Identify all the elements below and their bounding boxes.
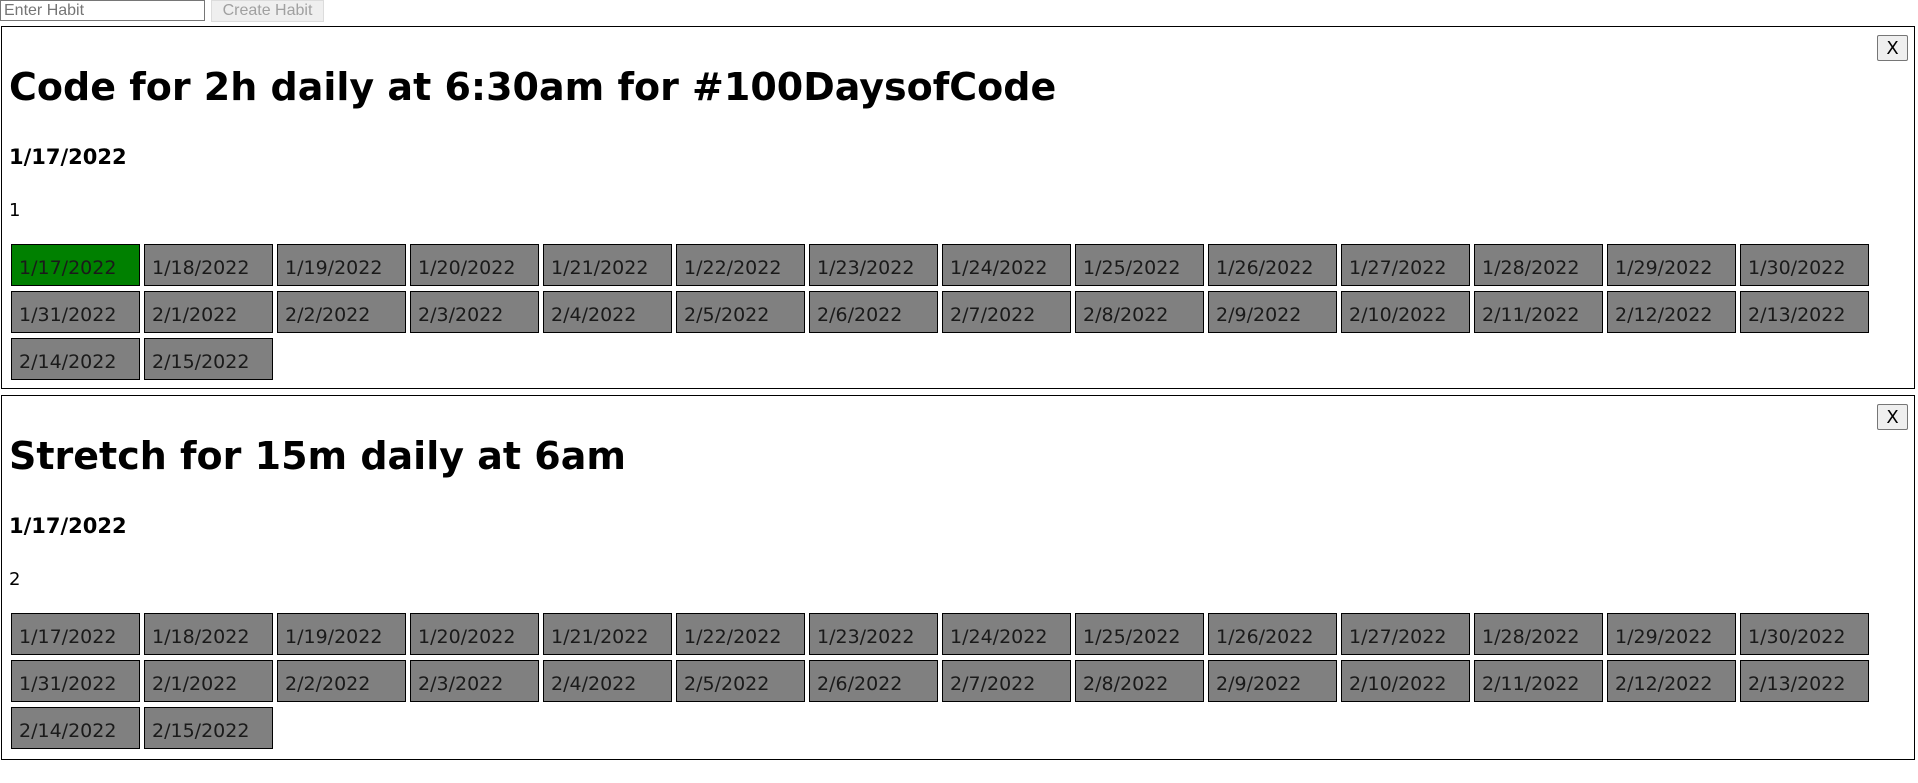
habit-card: X Stretch for 15m daily at 6am 1/17/2022… xyxy=(1,395,1915,760)
day-button[interactable]: 2/2/2022 xyxy=(277,660,406,702)
day-button[interactable]: 2/1/2022 xyxy=(144,660,273,702)
habit-count: 2 xyxy=(9,569,21,590)
day-button[interactable]: 1/24/2022 xyxy=(942,613,1071,655)
day-button[interactable]: 1/21/2022 xyxy=(543,613,672,655)
day-button[interactable]: 2/3/2022 xyxy=(410,660,539,702)
day-button[interactable]: 2/13/2022 xyxy=(1740,660,1869,702)
habit-start-date: 1/17/2022 xyxy=(9,514,127,538)
delete-habit-button[interactable]: X xyxy=(1877,35,1908,61)
day-button[interactable]: 1/27/2022 xyxy=(1341,244,1470,286)
day-button[interactable]: 1/30/2022 xyxy=(1740,244,1869,286)
day-button[interactable]: 2/7/2022 xyxy=(942,291,1071,333)
habit-start-date: 1/17/2022 xyxy=(9,145,127,169)
habit-input[interactable] xyxy=(0,0,205,21)
day-button[interactable]: 2/12/2022 xyxy=(1607,291,1736,333)
day-button[interactable]: 2/14/2022 xyxy=(11,707,140,749)
day-button[interactable]: 2/9/2022 xyxy=(1208,660,1337,702)
day-button[interactable]: 2/5/2022 xyxy=(676,660,805,702)
day-grid: 1/17/2022 1/18/2022 1/19/2022 1/20/2022 1/21… xyxy=(11,613,1891,749)
day-button[interactable]: 1/18/2022 xyxy=(144,244,273,286)
day-button[interactable]: 1/25/2022 xyxy=(1075,613,1204,655)
day-button[interactable]: 2/15/2022 xyxy=(144,707,273,749)
day-button[interactable]: 1/29/2022 xyxy=(1607,244,1736,286)
day-button[interactable]: 1/30/2022 xyxy=(1740,613,1869,655)
day-button[interactable]: 1/22/2022 xyxy=(676,244,805,286)
day-button[interactable]: 1/25/2022 xyxy=(1075,244,1204,286)
day-button[interactable]: 2/8/2022 xyxy=(1075,660,1204,702)
habit-title: Stretch for 15m daily at 6am xyxy=(9,434,626,478)
day-button[interactable]: 2/14/2022 xyxy=(11,338,140,380)
day-button[interactable]: 2/12/2022 xyxy=(1607,660,1736,702)
day-button[interactable]: 2/8/2022 xyxy=(1075,291,1204,333)
habit-card: X Code for 2h daily at 6:30am for #100Da… xyxy=(1,26,1915,389)
day-button[interactable]: 2/4/2022 xyxy=(543,660,672,702)
day-button[interactable]: 2/3/2022 xyxy=(410,291,539,333)
day-button[interactable]: 2/13/2022 xyxy=(1740,291,1869,333)
day-button[interactable]: 2/2/2022 xyxy=(277,291,406,333)
day-button[interactable]: 2/7/2022 xyxy=(942,660,1071,702)
day-button[interactable]: 2/4/2022 xyxy=(543,291,672,333)
day-button[interactable]: 1/31/2022 xyxy=(11,291,140,333)
day-button[interactable]: 2/15/2022 xyxy=(144,338,273,380)
create-habit-button[interactable]: Create Habit xyxy=(211,0,324,22)
day-button[interactable]: 1/20/2022 xyxy=(410,613,539,655)
day-button[interactable]: 1/28/2022 xyxy=(1474,244,1603,286)
day-grid: 1/17/2022 1/18/2022 1/19/2022 1/20/2022 1/21… xyxy=(11,244,1891,380)
day-button[interactable]: 1/23/2022 xyxy=(809,244,938,286)
day-button[interactable]: 2/1/2022 xyxy=(144,291,273,333)
day-button[interactable]: 2/6/2022 xyxy=(809,291,938,333)
day-button[interactable]: 1/23/2022 xyxy=(809,613,938,655)
day-button[interactable]: 2/5/2022 xyxy=(676,291,805,333)
day-button[interactable]: 1/21/2022 xyxy=(543,244,672,286)
day-button[interactable]: 1/26/2022 xyxy=(1208,613,1337,655)
day-button[interactable]: 2/11/2022 xyxy=(1474,291,1603,333)
day-button[interactable]: 1/17/2022 xyxy=(11,613,140,655)
habit-title: Code for 2h daily at 6:30am for #100Days… xyxy=(9,65,1057,109)
day-button[interactable]: 1/19/2022 xyxy=(277,244,406,286)
delete-habit-button[interactable]: X xyxy=(1877,404,1908,430)
day-button[interactable]: 1/31/2022 xyxy=(11,660,140,702)
day-button[interactable]: 1/26/2022 xyxy=(1208,244,1337,286)
day-button[interactable]: 2/10/2022 xyxy=(1341,291,1470,333)
day-button[interactable]: 2/10/2022 xyxy=(1341,660,1470,702)
day-button[interactable]: 1/27/2022 xyxy=(1341,613,1470,655)
day-button[interactable]: 1/29/2022 xyxy=(1607,613,1736,655)
day-button[interactable]: 1/22/2022 xyxy=(676,613,805,655)
day-button[interactable]: 1/20/2022 xyxy=(410,244,539,286)
habit-count: 1 xyxy=(9,200,21,221)
day-button[interactable]: 2/6/2022 xyxy=(809,660,938,702)
day-button[interactable]: 1/19/2022 xyxy=(277,613,406,655)
day-button[interactable]: 1/24/2022 xyxy=(942,244,1071,286)
day-button[interactable]: 1/28/2022 xyxy=(1474,613,1603,655)
day-button[interactable]: 1/18/2022 xyxy=(144,613,273,655)
day-button[interactable]: 1/17/2022 xyxy=(11,244,140,286)
day-button[interactable]: 2/11/2022 xyxy=(1474,660,1603,702)
day-button[interactable]: 2/9/2022 xyxy=(1208,291,1337,333)
